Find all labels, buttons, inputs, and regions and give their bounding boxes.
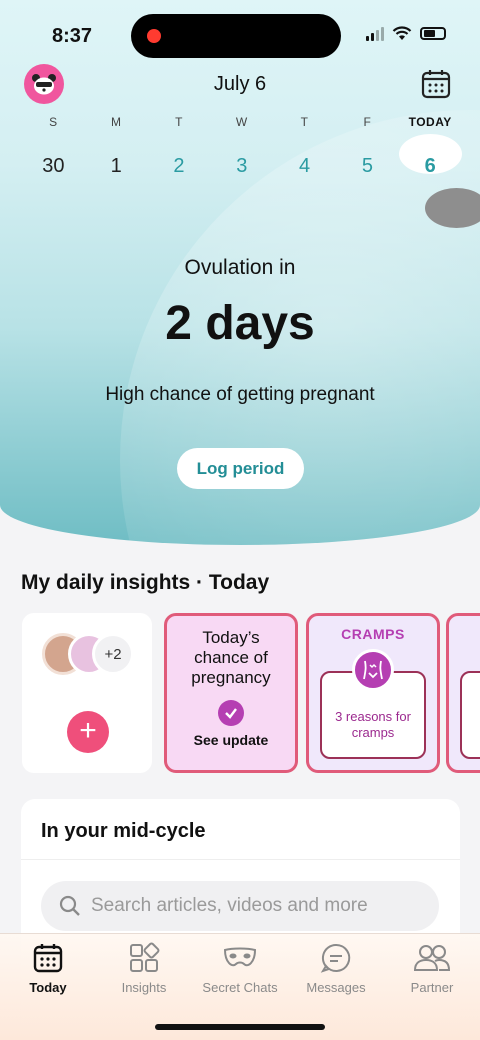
partner-icon xyxy=(413,945,451,971)
day-3[interactable]: 3 xyxy=(210,146,273,186)
weekday-labels: S M T W T F TODAY xyxy=(22,115,462,129)
cramps-card[interactable]: CRAMPS 3 reasons for cramps xyxy=(306,613,440,773)
day-30[interactable]: 30 xyxy=(22,146,85,186)
more-friends-count: +2 xyxy=(92,633,134,675)
system-icons xyxy=(366,26,446,41)
abdomen-icon xyxy=(352,649,394,691)
wifi-icon xyxy=(392,26,412,40)
calendar-icon xyxy=(33,944,63,973)
next-insight-card[interactable] xyxy=(446,613,480,773)
weekday-label: W xyxy=(235,115,248,129)
weekday-label: M xyxy=(110,115,122,129)
day-1[interactable]: 1 xyxy=(85,146,148,186)
cramps-title: CRAMPS xyxy=(341,626,405,642)
tab-today[interactable]: Today xyxy=(0,942,96,995)
search-input[interactable]: Search articles, videos and more xyxy=(41,881,439,931)
day-today[interactable]: 6 xyxy=(398,134,480,228)
tab-label: Today xyxy=(29,980,67,995)
tab-label: Insights xyxy=(121,980,167,995)
search-icon xyxy=(59,895,80,916)
mask-icon xyxy=(223,947,257,967)
tab-label: Messages xyxy=(306,980,366,995)
status-time: 8:37 xyxy=(52,25,93,47)
add-friend-button[interactable]: + xyxy=(67,711,109,753)
tab-insights[interactable]: Insights xyxy=(96,942,192,995)
insights-carousel[interactable]: +2 + Today’s chance of pregnancy See upd… xyxy=(22,613,480,773)
calendar-icon xyxy=(421,70,451,99)
recording-indicator xyxy=(147,29,161,43)
tab-secret-chats[interactable]: Secret Chats xyxy=(192,942,288,995)
weekday-label: F xyxy=(363,115,372,129)
check-icon xyxy=(218,700,244,726)
next-card-inner xyxy=(460,671,480,759)
home-indicator[interactable] xyxy=(155,1024,325,1030)
status-bar: 8:37 xyxy=(0,0,480,70)
day-5[interactable]: 5 xyxy=(336,146,399,186)
tab-label: Partner xyxy=(410,980,454,995)
pregnancy-card-text: Today’s chance of pregnancy xyxy=(191,628,271,687)
weekday-label: S xyxy=(49,115,58,129)
divider xyxy=(21,859,460,860)
day-numbers: 30 1 2 3 4 5 6 xyxy=(22,134,480,228)
insights-title: My daily insights · Today xyxy=(21,571,270,594)
chat-icon xyxy=(320,943,351,973)
tab-label: Secret Chats xyxy=(202,980,278,995)
midcycle-title: In your mid-cycle xyxy=(41,820,206,842)
tab-messages[interactable]: Messages xyxy=(288,942,384,995)
friends-card[interactable]: +2 + xyxy=(22,613,152,773)
ovulation-countdown: 2 days xyxy=(165,297,315,350)
log-period-button[interactable]: Log period xyxy=(177,448,304,489)
calendar-button[interactable] xyxy=(420,68,452,100)
weekday-label: T xyxy=(300,115,309,129)
today-number: 6 xyxy=(424,155,436,177)
today-indicator-dot xyxy=(424,188,480,228)
tab-partner[interactable]: Partner xyxy=(384,942,480,995)
pregnancy-chance-card[interactable]: Today’s chance of pregnancy See update xyxy=(164,613,298,773)
see-update-label: See update xyxy=(193,732,269,748)
week-strip: S M T W T F TODAY 30 1 2 3 4 5 6 xyxy=(22,115,480,228)
day-2[interactable]: 2 xyxy=(148,146,211,186)
month-title: July 6 xyxy=(213,73,267,95)
weekday-label-today: TODAY xyxy=(408,115,452,129)
pregnancy-chance-text: High chance of getting pregnant xyxy=(105,384,375,405)
grid-icon xyxy=(130,942,160,972)
weekday-label: T xyxy=(175,115,183,129)
signal-icon xyxy=(366,26,384,41)
ovulation-label: Ovulation in xyxy=(184,256,296,279)
dynamic-island xyxy=(131,14,341,58)
battery-icon xyxy=(420,27,446,40)
day-4[interactable]: 4 xyxy=(273,146,336,186)
search-placeholder: Search articles, videos and more xyxy=(91,895,368,916)
